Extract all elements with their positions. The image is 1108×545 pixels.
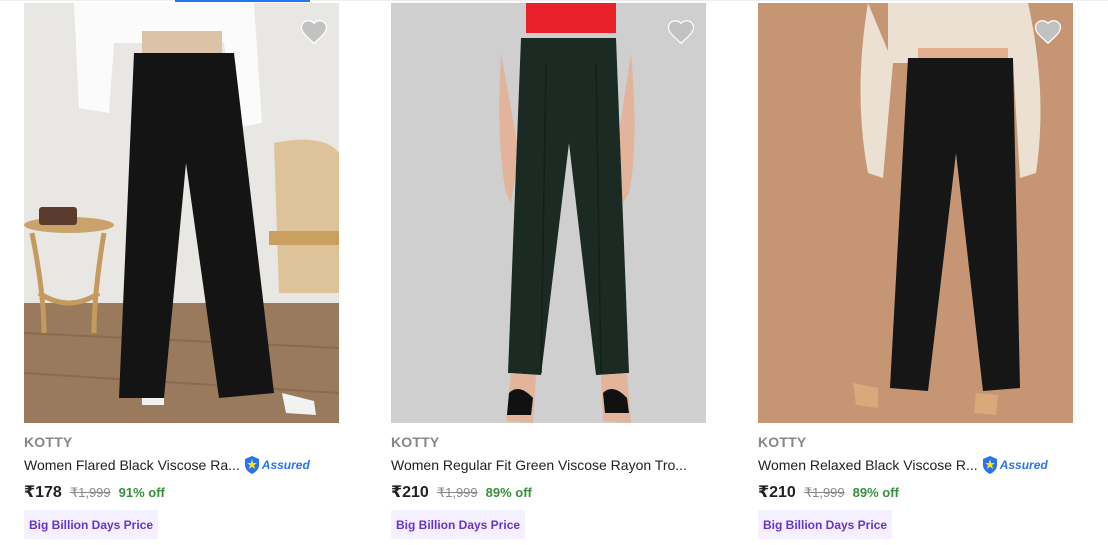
- product-title-row[interactable]: Women Relaxed Black Viscose R... Assured: [758, 455, 1048, 475]
- product-image[interactable]: [24, 3, 339, 423]
- product-card[interactable]: KOTTY Women Relaxed Black Viscose R... A…: [758, 0, 1098, 545]
- assured-badge: Assured: [243, 455, 310, 475]
- product-title-row[interactable]: Women Flared Black Viscose Ra... Assured: [24, 455, 310, 475]
- product-brand: KOTTY: [24, 434, 73, 450]
- offer-badge-label: Big Billion Days Price: [29, 517, 154, 532]
- offer-badge-label: Big Billion Days Price: [396, 517, 521, 532]
- selling-price: ₹210: [391, 484, 429, 501]
- discount-percent: 91% off: [118, 485, 165, 500]
- heart-icon: [667, 20, 695, 45]
- product-brand: KOTTY: [391, 434, 440, 450]
- heart-icon: [1034, 20, 1062, 45]
- offer-badge-label: Big Billion Days Price: [763, 517, 888, 532]
- product-title[interactable]: Women Relaxed Black Viscose R...: [758, 457, 978, 473]
- heart-icon: [300, 20, 328, 45]
- assured-shield-icon: [244, 456, 259, 474]
- original-price: ₹1,999: [69, 485, 111, 500]
- product-title-row[interactable]: Women Regular Fit Green Viscose Rayon Tr…: [391, 455, 687, 475]
- selling-price: ₹178: [24, 484, 62, 501]
- product-image[interactable]: [758, 3, 1073, 423]
- price-row: ₹210 ₹1,999 89% off: [758, 482, 899, 502]
- offer-badge: Big Billion Days Price: [391, 510, 526, 539]
- wishlist-button[interactable]: [1033, 17, 1063, 47]
- product-title[interactable]: Women Flared Black Viscose Ra...: [24, 457, 240, 473]
- price-row: ₹178 ₹1,999 91% off: [24, 482, 165, 502]
- selling-price: ₹210: [758, 484, 796, 501]
- assured-badge: Assured: [981, 455, 1048, 475]
- assured-label: Assured: [261, 458, 310, 472]
- original-price: ₹1,999: [436, 485, 478, 500]
- offer-badge: Big Billion Days Price: [24, 510, 159, 539]
- discount-percent: 89% off: [485, 485, 532, 500]
- assured-shield-icon: [982, 456, 997, 474]
- product-image[interactable]: [391, 3, 706, 423]
- product-card[interactable]: KOTTY Women Regular Fit Green Viscose Ra…: [391, 0, 731, 545]
- wishlist-button[interactable]: [299, 17, 329, 47]
- product-card[interactable]: KOTTY Women Flared Black Viscose Ra... A…: [24, 0, 364, 545]
- product-brand: KOTTY: [758, 434, 807, 450]
- discount-percent: 89% off: [852, 485, 899, 500]
- price-row: ₹210 ₹1,999 89% off: [391, 482, 532, 502]
- assured-label: Assured: [999, 458, 1048, 472]
- original-price: ₹1,999: [803, 485, 845, 500]
- wishlist-button[interactable]: [666, 17, 696, 47]
- product-title[interactable]: Women Regular Fit Green Viscose Rayon Tr…: [391, 457, 687, 473]
- offer-badge: Big Billion Days Price: [758, 510, 893, 539]
